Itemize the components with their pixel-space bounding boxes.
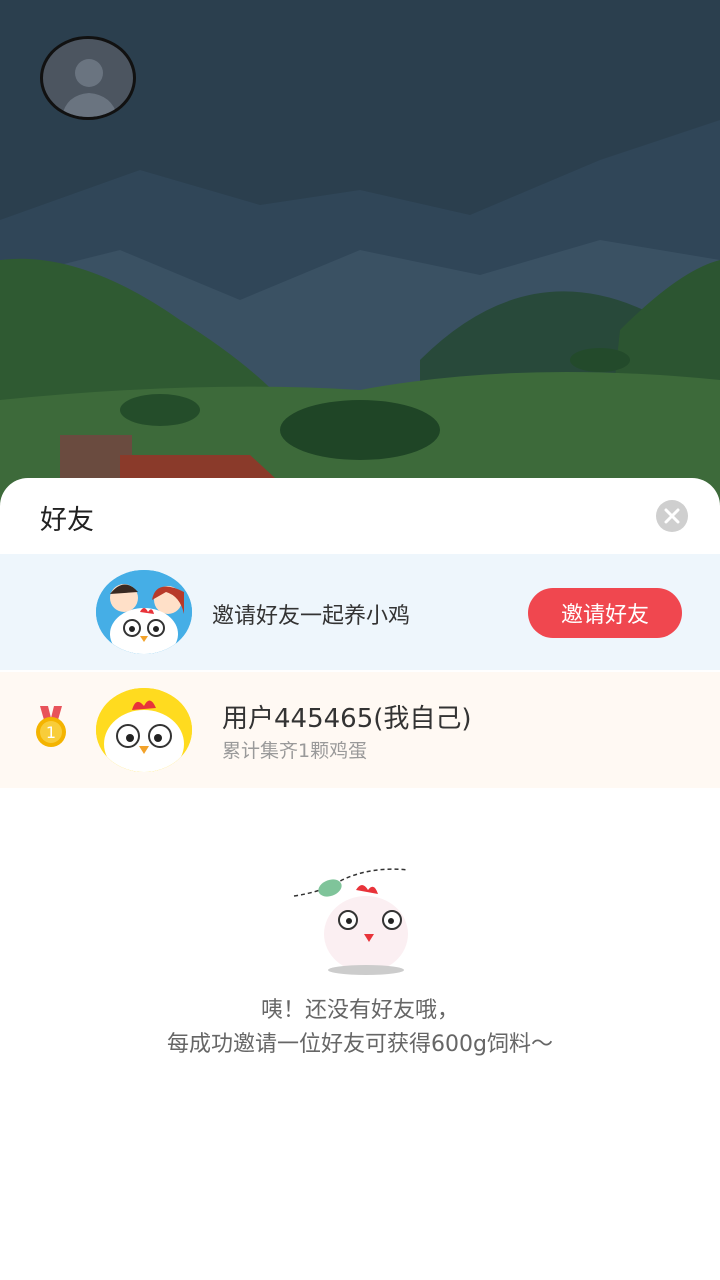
close-icon: [664, 508, 680, 524]
friends-sheet: 好友 邀请好友一起养小鸡 邀请好友 1 用户445465(我自己) 累计集齐1颗…: [0, 478, 720, 1280]
empty-chicken-illustration: [292, 864, 412, 976]
ranking-row[interactable]: 1 用户445465(我自己) 累计集齐1颗鸡蛋: [0, 672, 720, 788]
user-name: 用户445465(我自己): [222, 704, 472, 734]
profile-avatar[interactable]: [40, 36, 136, 120]
invite-row: 邀请好友一起养小鸡 邀请好友: [0, 554, 720, 670]
close-button[interactable]: [656, 500, 688, 532]
chicken-avatar-icon: [96, 688, 192, 772]
couple-chicken-icon: [96, 570, 192, 654]
user-egg-count: 累计集齐1颗鸡蛋: [222, 740, 368, 762]
invite-text: 邀请好友一起养小鸡: [212, 604, 411, 629]
invite-illustration: [96, 570, 192, 654]
invite-friends-button[interactable]: 邀请好友: [528, 588, 682, 638]
user-avatar: [96, 688, 192, 772]
chicken-leaf-icon: [293, 868, 409, 975]
gold-medal-icon: 1: [34, 706, 68, 748]
empty-state-line-2: 每成功邀请一位好友可获得600g饲料～: [167, 1032, 553, 1057]
medal-rank-number: 1: [46, 723, 56, 742]
empty-state-text: 咦！还没有好友哦， 每成功邀请一位好友可获得600g饲料～: [0, 994, 720, 1062]
sheet-title: 好友: [40, 505, 94, 536]
empty-state-line-1: 咦！还没有好友哦，: [260, 998, 459, 1023]
